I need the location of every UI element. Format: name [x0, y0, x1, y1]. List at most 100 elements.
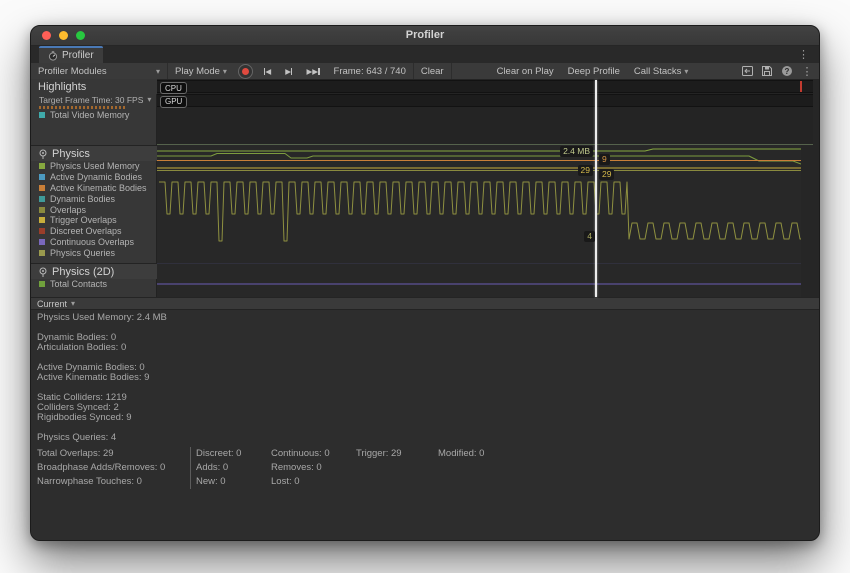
clear-on-play-toggle[interactable]: Clear on Play: [490, 63, 561, 79]
target-frame-time-dropdown[interactable]: Target Frame Time: 30 FPS ▾: [31, 94, 157, 105]
physics-chart[interactable]: 2.4 MB 9 29 29 4: [157, 145, 801, 263]
kebab-menu-icon: ⋮: [802, 65, 813, 78]
chevron-down-icon: ▾: [71, 299, 75, 308]
clear-button[interactable]: Clear: [414, 63, 451, 79]
detail-line: Active Kinematic Bodies: 9: [37, 373, 819, 383]
legend-color-swatch: [39, 217, 45, 223]
next-frame-button[interactable]: ▶: [278, 63, 299, 79]
highlights-header[interactable]: Highlights: [31, 79, 157, 94]
detail-line: Physics Queries: 4: [37, 433, 819, 443]
frame-counter: Frame: 643 / 740: [327, 63, 413, 79]
save-icon: [762, 66, 772, 76]
legend-item[interactable]: Active Dynamic Bodies: [31, 172, 157, 183]
detail-line: Rigidbodies Synced: 9: [37, 413, 819, 423]
legend-item[interactable]: Physics Queries: [31, 247, 157, 258]
record-button[interactable]: [238, 64, 253, 79]
table-row: Broadphase Adds/Removes: 0 Adds: 0 Remov…: [37, 461, 819, 475]
physics-header[interactable]: Physics: [31, 146, 157, 161]
chart-value-badge: 4: [584, 231, 595, 242]
cpu-row-label: CPU: [160, 82, 187, 94]
module-highlights: Highlights Target Frame Time: 30 FPS ▾ T…: [31, 79, 157, 145]
legend-item[interactable]: Active Kinematic Bodies: [31, 183, 157, 194]
gpu-row-label: GPU: [160, 96, 187, 108]
tab-label: Profiler: [62, 50, 94, 61]
legend-item-total-video-memory[interactable]: Total Video Memory: [31, 110, 157, 121]
chart-value-badge: 29: [578, 165, 593, 176]
legend-item[interactable]: Trigger Overlaps: [31, 215, 157, 226]
legend-color-swatch: [39, 185, 45, 191]
legend-item[interactable]: Physics Used Memory: [31, 161, 157, 172]
chart-area: Highlights Target Frame Time: 30 FPS ▾ T…: [31, 79, 819, 297]
physics-2d-chart-lines: [157, 264, 801, 297]
save-profile-button[interactable]: [760, 64, 774, 78]
profiler-icon: [48, 51, 58, 61]
module-legend-panel: Highlights Target Frame Time: 30 FPS ▾ T…: [31, 79, 157, 297]
record-icon: [242, 68, 249, 75]
detail-line: Colliders Synced: 2: [37, 403, 819, 413]
load-profile-button[interactable]: [740, 64, 754, 78]
physics-icon: [38, 149, 48, 160]
tab-overflow-menu-icon[interactable]: ⋮: [798, 48, 809, 61]
gpu-row[interactable]: GPU: [157, 94, 813, 107]
current-frame-button[interactable]: ▶▶: [299, 63, 326, 79]
legend-color-swatch: [39, 281, 45, 287]
physics-2d-icon: [38, 267, 48, 278]
detail-line: Articulation Bodies: 0: [37, 343, 819, 353]
table-row: Total Overlaps: 29 Discreet: 0 Continuou…: [37, 447, 819, 461]
call-stacks-dropdown[interactable]: Call Stacks ▾: [627, 63, 696, 79]
charts-column: CPU GPU 2.4 MB929294 ▲: [157, 79, 813, 297]
window-title: Profiler: [31, 29, 819, 41]
module-title: Physics: [52, 148, 90, 160]
overlaps-table: Total Overlaps: 29 Discreet: 0 Continuou…: [37, 447, 819, 489]
toolbar-menu-button[interactable]: ⋮: [800, 64, 814, 78]
module-title: Physics (2D): [52, 266, 114, 278]
cpu-frame-marker: [800, 81, 803, 92]
highlights-chart[interactable]: CPU GPU: [157, 79, 813, 145]
physics-2d-header[interactable]: Physics (2D): [31, 264, 157, 279]
legend-color-swatch: [39, 163, 45, 169]
detail-line: Dynamic Bodies: 0: [37, 333, 819, 343]
selected-frame-line[interactable]: [595, 80, 597, 297]
clipped-legend-item: [39, 106, 125, 109]
chevron-down-icon: ▾: [223, 67, 227, 76]
legend-color-swatch: [39, 207, 45, 213]
table-row: Narrowphase Touches: 0 New: 0 Lost: 0: [37, 475, 819, 489]
profiler-window: Profiler Profiler ⋮ Profiler Modules ▾ P…: [30, 25, 820, 541]
physics-chart-lines: [157, 145, 801, 263]
chevron-down-icon: ▾: [684, 67, 688, 76]
legend-color-swatch: [39, 112, 45, 118]
tab-profiler[interactable]: Profiler: [39, 46, 103, 63]
previous-frame-button[interactable]: ◀: [257, 63, 278, 79]
legend-item[interactable]: Discreet Overlaps: [31, 226, 157, 237]
details-pane: Physics Used Memory: 2.4 MB Dynamic Bodi…: [31, 310, 819, 541]
legend-color-swatch: [39, 174, 45, 180]
detail-line: Physics Used Memory: 2.4 MB: [37, 313, 819, 323]
chart-value-badge: 9: [599, 154, 610, 165]
help-button[interactable]: ?: [780, 64, 794, 78]
details-mode-bar: Current ▾: [31, 297, 819, 310]
load-icon: [742, 66, 753, 76]
legend-color-swatch: [39, 250, 45, 256]
legend-item[interactable]: Dynamic Bodies: [31, 193, 157, 204]
chart-value-badge: 2.4 MB: [560, 146, 593, 157]
deep-profile-toggle[interactable]: Deep Profile: [561, 63, 627, 79]
legend-item-total-contacts[interactable]: Total Contacts: [31, 279, 157, 290]
chevron-down-icon: ▾: [147, 95, 151, 104]
detail-line: Static Colliders: 1219: [37, 393, 819, 403]
legend-item[interactable]: Continuous Overlaps: [31, 237, 157, 248]
legend-item[interactable]: Overlaps: [31, 204, 157, 215]
chart-value-badge: 29: [599, 169, 614, 180]
module-title: Highlights: [38, 81, 86, 93]
play-mode-dropdown[interactable]: Play Mode ▾: [168, 63, 234, 79]
legend-color-swatch: [39, 228, 45, 234]
physics-2d-chart[interactable]: [157, 263, 801, 297]
chevron-down-icon: ▾: [156, 67, 160, 76]
module-physics-2d: Physics (2D) Total Contacts: [31, 264, 157, 297]
legend-color-swatch: [39, 196, 45, 202]
detail-line: Active Dynamic Bodies: 0: [37, 363, 819, 373]
toolbar-separator: [451, 63, 452, 79]
profiler-modules-dropdown[interactable]: Profiler Modules ▾: [31, 63, 167, 79]
module-physics: Physics Physics Used Memory Active Dynam…: [31, 146, 157, 263]
help-icon: ?: [782, 66, 792, 76]
cpu-row[interactable]: CPU: [157, 80, 813, 93]
